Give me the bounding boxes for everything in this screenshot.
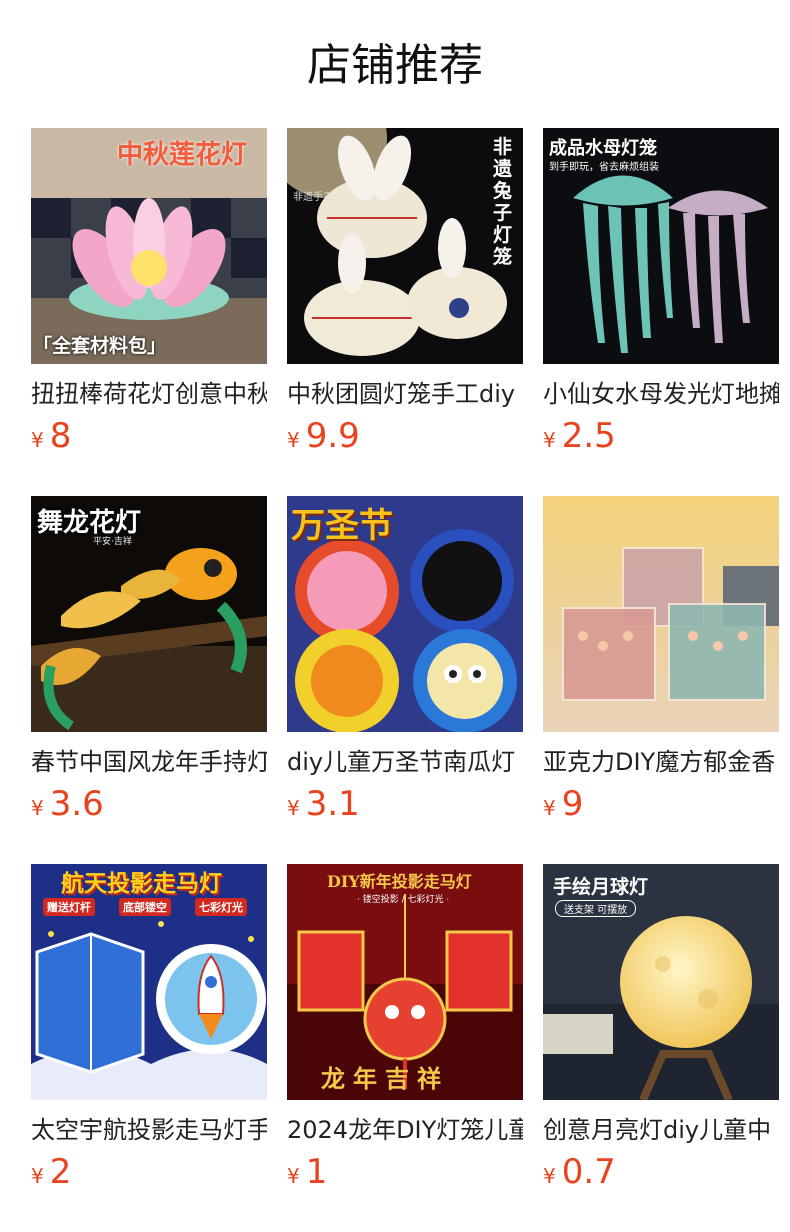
product-card[interactable]: DIY新年投影走马灯 · 镂空投影 / 七彩灯光 · 龙年吉祥 2024龙年DI… [287, 864, 523, 1232]
image-caption: 到手即玩，省去麻烦组装 [549, 162, 659, 173]
image-caption: DIY新年投影走马灯 [327, 872, 472, 891]
image-caption: 七彩灯光 [195, 898, 247, 916]
product-title[interactable]: 亚克力DIY魔方郁金香 [543, 746, 779, 778]
image-caption: 平安·吉祥 [93, 537, 132, 547]
product-card[interactable]: 手绘月球灯 送支架 可摆放 创意月亮灯diy儿童中 ¥0.7 [543, 864, 779, 1232]
product-price: ¥0.7 [543, 1152, 779, 1198]
price-value: 2 [49, 1152, 72, 1192]
product-title[interactable]: 创意月亮灯diy儿童中 [543, 1114, 779, 1146]
product-title[interactable]: diy儿童万圣节南瓜灯 [287, 746, 523, 778]
product-price: ¥1 [287, 1152, 523, 1198]
image-caption: 成品水母灯笼 [549, 138, 657, 159]
product-card[interactable]: 航天投影走马灯 赠送灯杆 底部镂空 七彩灯光 太空宇航投影走马灯手 ¥2 [31, 864, 267, 1232]
product-price: ¥9.9 [287, 416, 523, 462]
image-caption: 底部镂空 [119, 898, 171, 916]
product-card[interactable]: 中秋莲花灯 「全套材料包」 扭扭棒荷花灯创意中秋 ¥8 [31, 128, 267, 496]
product-image[interactable] [543, 496, 779, 732]
currency-symbol: ¥ [31, 796, 44, 820]
currency-symbol: ¥ [31, 1164, 44, 1188]
price-value: 3.1 [305, 784, 360, 824]
product-card[interactable]: 万圣节 diy儿童万圣节南瓜灯 ¥3.1 [287, 496, 523, 864]
product-card[interactable]: 亚克力DIY魔方郁金香 ¥9 [543, 496, 779, 864]
image-caption: 中秋莲花灯 [117, 140, 248, 170]
price-value: 1 [305, 1152, 328, 1192]
image-caption: 送支架 可摆放 [555, 900, 637, 917]
product-grid: 中秋莲花灯 「全套材料包」 扭扭棒荷花灯创意中秋 ¥8 非遗兔子灯笼 非遗手工 … [31, 128, 790, 1232]
currency-symbol: ¥ [543, 1164, 556, 1188]
product-image[interactable]: 中秋莲花灯 「全套材料包」 [31, 128, 267, 364]
image-caption: 龙年吉祥 [321, 1065, 449, 1093]
image-caption: 手绘月球灯 [553, 876, 649, 898]
product-price: ¥8 [31, 416, 267, 462]
price-value: 8 [49, 416, 72, 456]
product-title[interactable]: 太空宇航投影走马灯手 [31, 1114, 267, 1146]
product-card[interactable]: 非遗兔子灯笼 非遗手工 中秋团圆灯笼手工diy ¥9.9 [287, 128, 523, 496]
price-value: 3.6 [49, 784, 104, 824]
currency-symbol: ¥ [543, 796, 556, 820]
product-image[interactable]: 成品水母灯笼 到手即玩，省去麻烦组装 [543, 128, 779, 364]
product-title[interactable]: 小仙女水母发光灯地摊 [543, 378, 779, 410]
product-price: ¥3.6 [31, 784, 267, 830]
currency-symbol: ¥ [543, 428, 556, 452]
product-card[interactable]: 舞龙花灯 平安·吉祥 春节中国风龙年手持灯 ¥3.6 [31, 496, 267, 864]
product-image[interactable]: DIY新年投影走马灯 · 镂空投影 / 七彩灯光 · 龙年吉祥 [287, 864, 523, 1100]
currency-symbol: ¥ [31, 428, 44, 452]
price-value: 9.9 [305, 416, 360, 456]
product-image[interactable]: 手绘月球灯 送支架 可摆放 [543, 864, 779, 1100]
image-caption: 赠送灯杆 [43, 898, 95, 916]
product-title[interactable]: 扭扭棒荷花灯创意中秋 [31, 378, 267, 410]
currency-symbol: ¥ [287, 1164, 300, 1188]
image-caption: 非遗兔子灯笼 [493, 136, 513, 268]
product-price: ¥9 [543, 784, 779, 830]
product-image[interactable]: 非遗兔子灯笼 非遗手工 [287, 128, 523, 364]
product-price: ¥2 [31, 1152, 267, 1198]
price-value: 0.7 [561, 1152, 616, 1192]
product-image[interactable]: 航天投影走马灯 赠送灯杆 底部镂空 七彩灯光 [31, 864, 267, 1100]
product-price: ¥3.1 [287, 784, 523, 830]
image-caption: · 镂空投影 / 七彩灯光 · [357, 895, 450, 905]
product-card[interactable]: 成品水母灯笼 到手即玩，省去麻烦组装 小仙女水母发光灯地摊 ¥2.5 [543, 128, 779, 496]
product-title[interactable]: 中秋团圆灯笼手工diy [287, 378, 523, 410]
image-caption: 航天投影走马灯 [61, 871, 222, 897]
price-value: 9 [561, 784, 584, 824]
product-price: ¥2.5 [543, 416, 779, 462]
image-caption: 非遗手工 [293, 192, 333, 203]
price-value: 2.5 [561, 416, 616, 456]
currency-symbol: ¥ [287, 796, 300, 820]
product-image[interactable]: 万圣节 [287, 496, 523, 732]
product-title[interactable]: 2024龙年DIY灯笼儿童 [287, 1114, 523, 1146]
product-image[interactable]: 舞龙花灯 平安·吉祥 [31, 496, 267, 732]
product-title[interactable]: 春节中国风龙年手持灯 [31, 746, 267, 778]
image-caption: 万圣节 [291, 506, 393, 546]
image-caption: 「全套材料包」 [33, 335, 167, 357]
currency-symbol: ¥ [287, 428, 300, 452]
page-title: 店铺推荐 [307, 40, 483, 91]
